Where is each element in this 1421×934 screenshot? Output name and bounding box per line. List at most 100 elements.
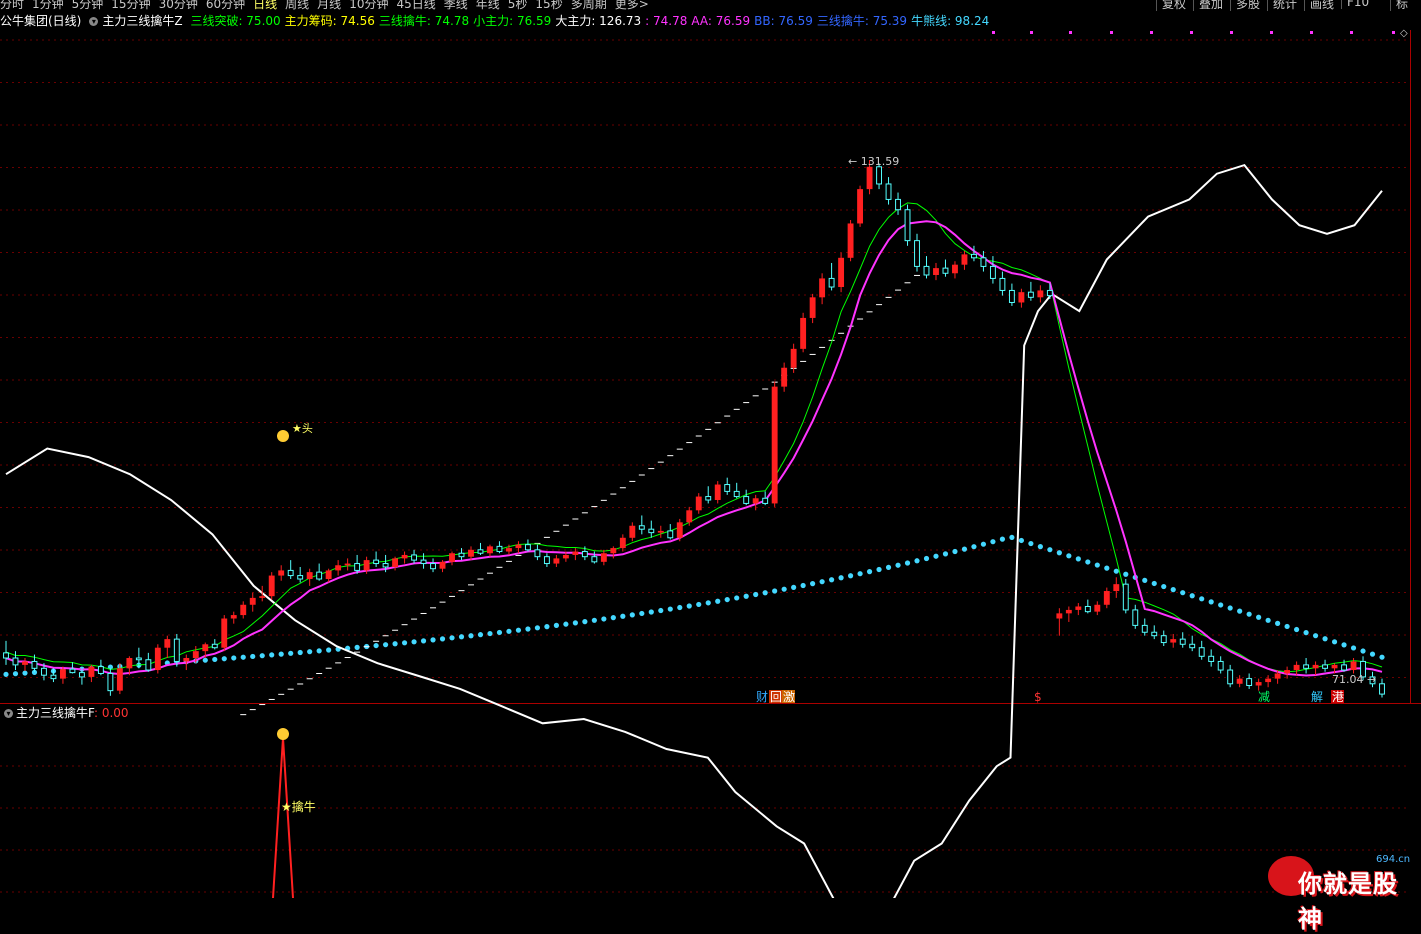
bull-bear-dot — [1256, 614, 1262, 620]
candle-body — [3, 652, 9, 659]
low-price-label: 71.04 → — [1332, 673, 1376, 686]
candle-body — [657, 530, 664, 533]
candle-body — [591, 556, 598, 563]
bull-bear-dot — [914, 558, 920, 564]
candle-body — [933, 268, 939, 275]
bull-bear-dot — [582, 619, 588, 625]
bull-bear-dot — [373, 642, 379, 649]
bull-bear-dot — [269, 652, 275, 658]
candle-body — [145, 659, 152, 671]
candle-body — [534, 549, 541, 558]
candle-body — [1122, 583, 1129, 611]
sub-signal-label: ★擒牛 — [281, 799, 316, 814]
candle-body — [619, 537, 626, 549]
bull-bear-dot — [1227, 605, 1233, 611]
bull-bear-dot — [658, 607, 664, 614]
bull-bear-dot — [1189, 593, 1195, 599]
candle-body — [41, 667, 47, 676]
candle-body — [316, 571, 323, 580]
bull-bear-dot — [1303, 630, 1309, 636]
bull-bear-dot — [1085, 559, 1091, 565]
bull-bear-dot — [990, 539, 996, 545]
chart-canvas[interactable]: ← 131.59 71.04 → ★头财回激 $ 减 解港 ★擒牛 ◇ — [0, 0, 1421, 898]
bull-bear-dot — [259, 653, 265, 659]
bull-bear-dot — [3, 671, 9, 677]
candle-body — [923, 265, 930, 276]
candle-body — [1227, 669, 1234, 685]
candle-body — [116, 668, 123, 691]
candle-body — [211, 643, 218, 649]
candle-body — [543, 556, 550, 565]
bull-bear-dot — [1113, 568, 1119, 574]
bull-bear-dot — [1094, 562, 1100, 568]
bull-bear-dot — [610, 615, 616, 621]
bull-bear-dot — [307, 649, 313, 655]
event-marker-3[interactable]: $ — [1034, 690, 1042, 704]
bull-bear-dot — [648, 609, 654, 615]
candle-body — [1284, 670, 1291, 674]
bull-bear-dot — [734, 595, 740, 601]
bull-bear-dot — [923, 555, 930, 562]
bull-bear-dot — [22, 670, 28, 676]
support-dashes — [240, 267, 930, 716]
buy-signal-label: ★头 — [292, 422, 313, 435]
bull-bear-dot — [715, 598, 721, 604]
bull-bear-dot — [791, 584, 797, 590]
candle-body — [268, 575, 275, 597]
event-marker-0[interactable]: 财 — [756, 690, 768, 704]
bull-bear-dot — [1237, 608, 1243, 614]
ma-fast-line — [5, 220, 1383, 677]
bull-bear-dot — [866, 569, 873, 575]
signal-dot — [1310, 31, 1313, 34]
candle-body — [819, 278, 826, 298]
bull-bear-dot — [458, 634, 465, 640]
candle-body — [553, 558, 560, 564]
candle-body — [1160, 635, 1167, 644]
bull-bear-dot — [705, 600, 711, 606]
candle-body — [828, 277, 835, 288]
candle-body — [249, 597, 256, 605]
candle-body — [107, 672, 114, 692]
candle-body — [59, 669, 66, 679]
event-marker-6[interactable]: 港 — [1332, 690, 1344, 704]
bull-bear-dot — [829, 577, 835, 583]
bull-bear-dot — [677, 604, 683, 611]
money-bag-icon — [277, 430, 289, 442]
bull-bear-dot — [1218, 602, 1224, 608]
bull-bear-dot — [525, 626, 531, 632]
bull-bear-dot — [449, 635, 455, 641]
event-marker-5[interactable]: 解 — [1311, 690, 1323, 704]
diamond-icon[interactable]: ◇ — [1400, 28, 1408, 39]
signal-dot — [1230, 31, 1233, 34]
bull-bear-dot — [1123, 571, 1129, 577]
bull-bear-dot — [553, 622, 560, 628]
bull-bear-dot — [961, 546, 968, 552]
bull-bear-dot — [1199, 596, 1205, 602]
watermark-text: 你就是股神 — [1298, 870, 1398, 933]
candle-body — [971, 253, 977, 259]
candle-body — [420, 559, 427, 565]
candle-body — [1008, 289, 1015, 303]
event-marker-2[interactable]: 激 — [783, 690, 795, 704]
candle-body — [221, 618, 228, 648]
candle-body — [989, 265, 996, 279]
sub-indicator-panel: ★擒牛 — [272, 728, 316, 898]
bull-bear-dot — [980, 541, 987, 547]
bull-bear-dot — [895, 562, 901, 568]
event-marker-1[interactable]: 回 — [770, 690, 782, 704]
bull-bear-dot — [847, 573, 854, 579]
candle-body — [31, 660, 38, 669]
candle-body — [230, 615, 237, 619]
event-marker-4[interactable]: 减 — [1258, 690, 1270, 704]
candle-body — [411, 554, 417, 561]
candle-body — [22, 661, 28, 665]
bull-bear-dot — [1312, 633, 1319, 639]
bull-bear-dot — [591, 617, 597, 623]
candle-body — [876, 166, 882, 185]
bull-bear-dot — [411, 639, 417, 645]
candle-body — [1293, 664, 1300, 671]
candle-body — [600, 553, 607, 562]
bull-bear-dot — [212, 656, 218, 663]
candle-body — [88, 666, 95, 677]
candle-body — [999, 277, 1006, 291]
